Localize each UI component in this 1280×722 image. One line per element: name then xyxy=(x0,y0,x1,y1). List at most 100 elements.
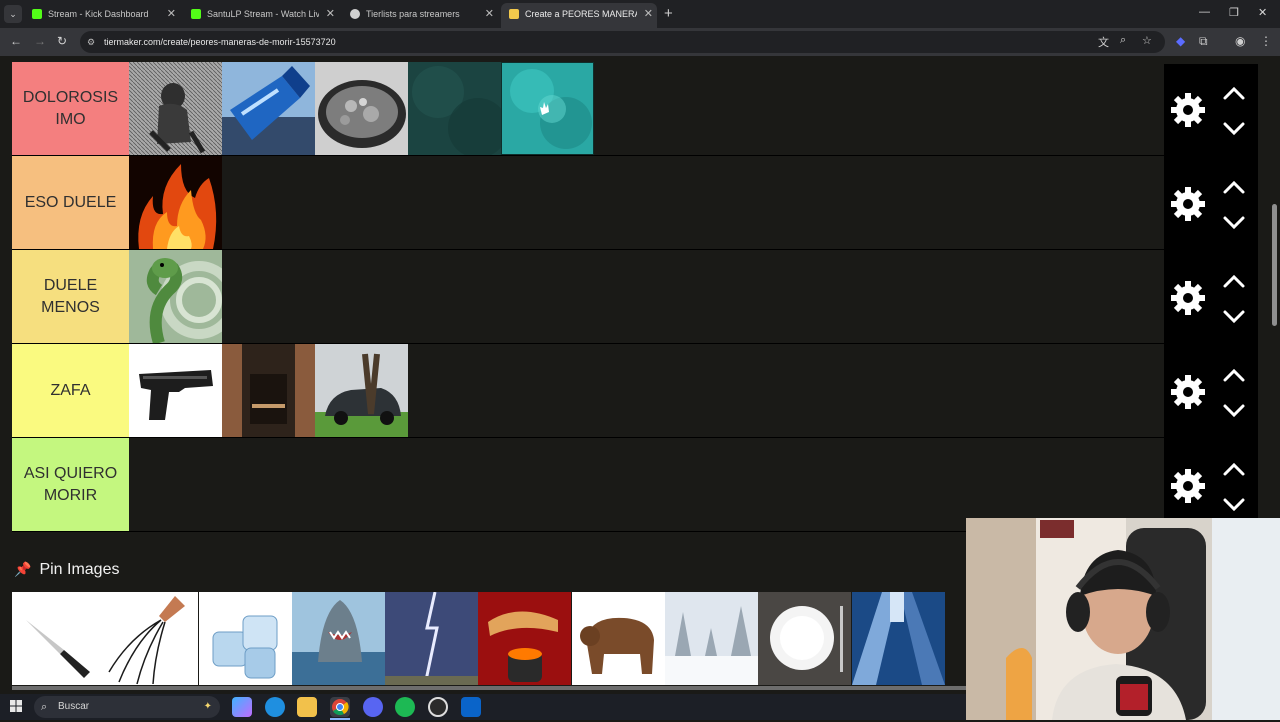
tile-lava-figure[interactable] xyxy=(478,592,572,685)
windows-start-icon[interactable] xyxy=(10,700,22,712)
forward-icon[interactable]: → xyxy=(34,34,46,48)
tier-label[interactable]: ASI QUIERO MORIR xyxy=(12,438,129,531)
move-down-chevron-icon[interactable] xyxy=(1221,214,1247,232)
tile-engraving-figure[interactable] xyxy=(129,62,222,155)
tile-car-crash[interactable] xyxy=(315,344,408,437)
search-icon: ⌕ xyxy=(41,701,48,713)
move-up-chevron-icon[interactable] xyxy=(1221,366,1247,384)
tier-control-row xyxy=(1164,252,1258,346)
tile-shark[interactable] xyxy=(291,592,385,685)
tile-water-bottle[interactable] xyxy=(222,62,315,155)
tab-label: SantuLP Stream - Watch Live on xyxy=(207,9,319,19)
url-text[interactable]: tiermaker.com/create/peores-maneras-de-m… xyxy=(104,31,336,53)
obs-icon[interactable] xyxy=(428,697,448,717)
tile-deep-water-bright[interactable] xyxy=(501,62,594,155)
tab-label: Stream - Kick Dashboard xyxy=(48,9,149,19)
tier-row: DOLOROSIS IMO xyxy=(12,62,1164,156)
tab-kick-dashboard[interactable]: Stream - Kick Dashboard ✕ xyxy=(24,3,180,25)
tile-pistol[interactable] xyxy=(129,344,222,437)
tier-control-row xyxy=(1164,158,1258,252)
move-up-chevron-icon[interactable] xyxy=(1221,178,1247,196)
tier-controls xyxy=(1164,64,1258,520)
tab-create-tierlist[interactable]: Create a PEORES MANERAS DE ✕ xyxy=(501,3,657,28)
pushpin-icon: 📌 xyxy=(14,561,32,577)
move-down-chevron-icon[interactable] xyxy=(1221,308,1247,326)
zoom-icon[interactable]: ⌕ xyxy=(1120,34,1126,47)
tier-row: DUELE MENOS xyxy=(12,250,1164,344)
extension-icon[interactable]: ◆ xyxy=(1176,34,1185,48)
tile-ice-cubes[interactable] xyxy=(198,592,292,685)
tab-close-icon[interactable]: ✕ xyxy=(326,3,335,25)
profile-icon[interactable]: ◉ xyxy=(1235,34,1245,48)
move-down-chevron-icon[interactable] xyxy=(1221,402,1247,420)
tab-santulp-stream[interactable]: SantuLP Stream - Watch Live on ✕ xyxy=(183,3,339,25)
tile-snow-forest[interactable] xyxy=(665,592,759,685)
tab-close-icon[interactable]: ✕ xyxy=(167,3,176,25)
pin-images-row xyxy=(12,592,945,685)
tile-lightning[interactable] xyxy=(385,592,479,685)
tile-skyscrapers[interactable] xyxy=(851,592,945,685)
bookmark-star-icon[interactable]: ☆ xyxy=(1142,34,1152,47)
move-up-chevron-icon[interactable] xyxy=(1221,272,1247,290)
tile-elevator-shaft[interactable] xyxy=(222,344,315,437)
sparkle-icon: ✦ xyxy=(203,701,212,712)
move-up-chevron-icon[interactable] xyxy=(1221,460,1247,478)
tiermaker-icon xyxy=(509,9,519,19)
taskbar-search-label: Buscar xyxy=(58,701,90,712)
minimize-icon[interactable]: — xyxy=(1199,6,1210,18)
back-icon[interactable]: ← xyxy=(10,34,22,48)
close-window-icon[interactable]: ✕ xyxy=(1258,6,1267,19)
settings-gear-icon[interactable] xyxy=(1170,92,1206,128)
tile-snake[interactable] xyxy=(129,250,222,343)
tile-empty-plate[interactable] xyxy=(758,592,852,685)
file-explorer-icon[interactable] xyxy=(297,697,317,717)
move-down-chevron-icon[interactable] xyxy=(1221,120,1247,138)
translate-icon[interactable]: 文 xyxy=(1098,34,1109,50)
site-info-icon[interactable]: ⚙ xyxy=(87,36,99,48)
tile-boiling-pot[interactable] xyxy=(315,62,408,155)
settings-gear-icon[interactable] xyxy=(1170,186,1206,222)
tab-label: Tierlists para streamers xyxy=(366,9,460,19)
tile-deep-water-dark[interactable] xyxy=(408,62,501,155)
tier-control-row xyxy=(1164,346,1258,440)
spotify-icon[interactable] xyxy=(395,697,415,717)
menu-kebab-icon[interactable]: ⋮ xyxy=(1260,34,1272,48)
edge-icon[interactable] xyxy=(265,697,285,717)
tab-label: Create a PEORES MANERAS DE xyxy=(525,9,637,19)
tile-whip[interactable] xyxy=(105,592,199,685)
tier-label[interactable]: ZAFA xyxy=(12,344,129,437)
tier-label[interactable]: DUELE MENOS xyxy=(12,250,129,343)
tier-control-row xyxy=(1164,64,1258,158)
restore-icon[interactable]: ❐ xyxy=(1229,6,1239,19)
tile-fire[interactable] xyxy=(129,156,222,249)
tab-tierlists[interactable]: Tierlists para streamers ✕ xyxy=(342,3,498,25)
settings-gear-icon[interactable] xyxy=(1170,280,1206,316)
tier-row: ZAFA xyxy=(12,344,1164,438)
tab-close-icon[interactable]: ✕ xyxy=(644,3,653,25)
settings-gear-icon[interactable] xyxy=(1170,468,1206,504)
omnibox[interactable]: ⚙ tiermaker.com/create/peores-maneras-de… xyxy=(80,31,1165,53)
discord-icon[interactable] xyxy=(363,697,383,717)
chrome-icon[interactable] xyxy=(330,697,350,717)
kick-icon xyxy=(32,9,42,19)
move-down-chevron-icon[interactable] xyxy=(1221,496,1247,514)
settings-gear-icon[interactable] xyxy=(1170,374,1206,410)
tier-label[interactable]: ESO DUELE xyxy=(12,156,129,249)
copilot-icon[interactable] xyxy=(232,697,252,717)
tab-search-button[interactable]: ⌄ xyxy=(4,5,22,23)
globe-icon xyxy=(350,9,360,19)
tab-close-icon[interactable]: ✕ xyxy=(485,3,494,25)
tile-bear[interactable] xyxy=(571,592,665,685)
windows-taskbar: ⌕ Buscar ✦ xyxy=(0,694,966,720)
tier-row: ESO DUELE xyxy=(12,156,1164,250)
outlook-icon[interactable] xyxy=(461,697,481,717)
horizontal-scrollbar[interactable] xyxy=(12,686,966,690)
tile-knife[interactable] xyxy=(12,592,105,685)
move-up-chevron-icon[interactable] xyxy=(1221,84,1247,102)
extensions-puzzle-icon[interactable]: ⧉ xyxy=(1199,34,1208,49)
tier-label[interactable]: DOLOROSIS IMO xyxy=(12,62,129,155)
reload-icon[interactable]: ↻ xyxy=(57,34,67,48)
new-tab-button[interactable]: + xyxy=(664,5,673,22)
taskbar-search[interactable]: ⌕ Buscar ✦ xyxy=(34,696,220,718)
vertical-scrollbar[interactable] xyxy=(1272,204,1277,326)
